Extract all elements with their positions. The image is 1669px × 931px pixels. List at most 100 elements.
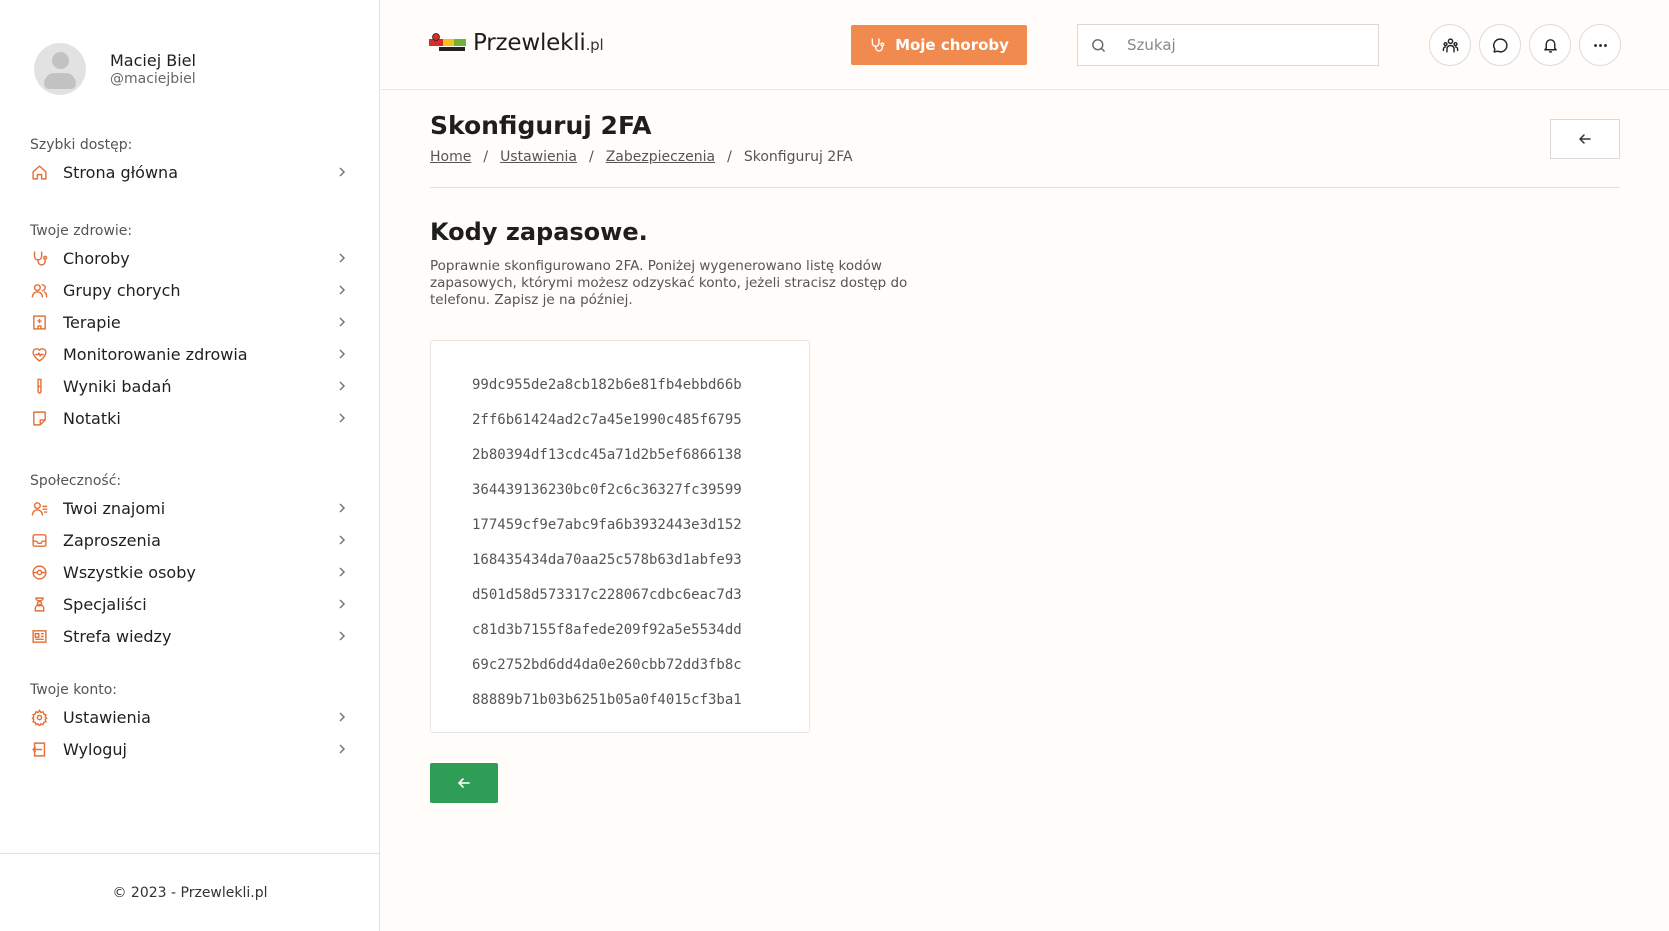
section-title: Kody zapasowe. bbox=[430, 218, 648, 246]
nav-group-community: Społeczność: Twoi znajomi Zaproszenia Ws… bbox=[30, 470, 348, 652]
back-button[interactable] bbox=[1550, 119, 1620, 159]
sidebar: Maciej Biel @maciejbiel Szybki dostęp: S… bbox=[0, 0, 380, 931]
sidebar-item-test-results[interactable]: Wyniki badań bbox=[30, 370, 348, 402]
divider bbox=[430, 187, 1620, 188]
sidebar-item-label: Ustawienia bbox=[63, 707, 151, 727]
sidebar-item-label: Wyloguj bbox=[63, 739, 127, 759]
people-icon bbox=[1442, 37, 1458, 53]
user-list-icon bbox=[30, 499, 48, 517]
backup-codes-box: 99dc955de2a8cb182b6e81fb4ebbd66b 2ff6b61… bbox=[430, 340, 810, 733]
sidebar-item-all-people[interactable]: Wszystkie osoby bbox=[30, 556, 348, 588]
sidebar-item-label: Zaproszenia bbox=[63, 530, 161, 550]
globe-icon bbox=[30, 563, 48, 581]
sidebar-item-notes[interactable]: Notatki bbox=[30, 402, 348, 434]
page-title: Skonfiguruj 2FA bbox=[430, 111, 652, 140]
breadcrumb: Home / Ustawienia / Zabezpieczenia / Sko… bbox=[430, 149, 853, 165]
inbox-icon bbox=[30, 531, 48, 549]
sidebar-item-knowledge-zone[interactable]: Strefa wiedzy bbox=[30, 620, 348, 652]
logo[interactable]: Przewlekli.pl bbox=[429, 30, 604, 56]
back-confirm-button[interactable] bbox=[430, 763, 498, 803]
avatar bbox=[34, 43, 86, 95]
users-icon bbox=[30, 281, 48, 299]
backup-code: 69c2752bd6dd4da0e260cbb72dd3fb8c bbox=[472, 657, 742, 673]
group-title: Twoje konto: bbox=[30, 682, 118, 698]
sidebar-item-health-monitoring[interactable]: Monitorowanie zdrowia bbox=[30, 338, 348, 370]
backup-code: 168435434da70aa25c578b63d1abfe93 bbox=[472, 552, 742, 568]
more-button[interactable] bbox=[1579, 24, 1621, 66]
section-description: Poprawnie skonfigurowano 2FA. Poniżej wy… bbox=[430, 258, 908, 308]
sidebar-item-label: Grupy chorych bbox=[63, 280, 181, 300]
group-title: Społeczność: bbox=[30, 473, 122, 489]
backup-code: 88889b71b03b6251b05a0f4015cf3ba1 bbox=[472, 692, 742, 708]
logo-text: Przewlekli.pl bbox=[473, 30, 604, 56]
sidebar-item-label: Strona główna bbox=[63, 162, 178, 182]
stethoscope-icon bbox=[30, 249, 48, 267]
messages-button[interactable] bbox=[1479, 24, 1521, 66]
backup-code: 2b80394df13cdc45a71d2b5ef6866138 bbox=[472, 447, 742, 463]
breadcrumb-home[interactable]: Home bbox=[430, 149, 471, 165]
sidebar-item-label: Strefa wiedzy bbox=[63, 626, 172, 646]
nav-group-quick-access: Szybki dostęp: Strona główna bbox=[30, 134, 348, 188]
backup-code: 364439136230bc0f2c6c36327fc39599 bbox=[472, 482, 742, 498]
sidebar-item-diseases[interactable]: Choroby bbox=[30, 242, 348, 274]
top-header: Przewlekli.pl Moje choroby bbox=[381, 0, 1669, 90]
sidebar-item-invitations[interactable]: Zaproszenia bbox=[30, 524, 348, 556]
sidebar-item-label: Wyniki badań bbox=[63, 376, 172, 396]
chevron-right-icon bbox=[336, 598, 348, 610]
doctor-icon bbox=[30, 595, 48, 613]
sidebar-item-patient-groups[interactable]: Grupy chorych bbox=[30, 274, 348, 306]
nav-group-account: Twoje konto: Ustawienia Wyloguj bbox=[30, 679, 348, 765]
backup-code: 2ff6b61424ad2c7a45e1990c485f6795 bbox=[472, 412, 742, 428]
backup-code: c81d3b7155f8afede209f92a5e5534dd bbox=[472, 622, 742, 638]
notifications-button[interactable] bbox=[1529, 24, 1571, 66]
search-box bbox=[1077, 24, 1379, 66]
community-button[interactable] bbox=[1429, 24, 1471, 66]
my-diseases-label: Moje choroby bbox=[895, 36, 1009, 54]
chevron-right-icon bbox=[336, 743, 348, 755]
breadcrumb-security[interactable]: Zabezpieczenia bbox=[606, 149, 715, 165]
sidebar-item-label: Twoi znajomi bbox=[63, 498, 166, 518]
sidebar-item-label: Terapie bbox=[63, 312, 121, 332]
chevron-right-icon bbox=[336, 166, 348, 178]
sidebar-item-logout[interactable]: Wyloguj bbox=[30, 733, 348, 765]
breadcrumb-settings[interactable]: Ustawienia bbox=[500, 149, 577, 165]
user-profile[interactable]: Maciej Biel @maciejbiel bbox=[34, 43, 196, 95]
sidebar-item-label: Choroby bbox=[63, 248, 130, 268]
sidebar-item-label: Notatki bbox=[63, 408, 121, 428]
chevron-right-icon bbox=[336, 316, 348, 328]
sidebar-item-friends[interactable]: Twoi znajomi bbox=[30, 492, 348, 524]
backup-code: d501d58d573317c228067cdbc6eac7d3 bbox=[472, 587, 742, 603]
logout-icon bbox=[30, 740, 48, 758]
newspaper-icon bbox=[30, 627, 48, 645]
chevron-right-icon bbox=[336, 380, 348, 392]
group-title: Twoje zdrowie: bbox=[30, 223, 133, 239]
my-diseases-button[interactable]: Moje choroby bbox=[851, 25, 1027, 65]
backup-code: 177459cf9e7abc9fa6b3932443e3d152 bbox=[472, 517, 742, 533]
sidebar-item-specialists[interactable]: Specjaliści bbox=[30, 588, 348, 620]
sidebar-item-label: Wszystkie osoby bbox=[63, 562, 196, 582]
profile-name: Maciej Biel bbox=[110, 50, 196, 70]
arrow-left-icon bbox=[1578, 134, 1591, 144]
chevron-right-icon bbox=[336, 412, 348, 424]
stethoscope-icon bbox=[871, 38, 885, 52]
logo-icon bbox=[429, 33, 466, 51]
chevron-right-icon bbox=[336, 630, 348, 642]
chevron-right-icon bbox=[336, 284, 348, 296]
group-title: Szybki dostęp: bbox=[30, 137, 133, 153]
chevron-right-icon bbox=[336, 566, 348, 578]
backup-code: 99dc955de2a8cb182b6e81fb4ebbd66b bbox=[472, 377, 742, 393]
gear-icon bbox=[30, 708, 48, 726]
chevron-right-icon bbox=[336, 252, 348, 264]
chevron-right-icon bbox=[336, 348, 348, 360]
heart-pulse-icon bbox=[30, 345, 48, 363]
search-input[interactable] bbox=[1127, 36, 1357, 54]
note-icon bbox=[30, 409, 48, 427]
sidebar-item-home[interactable]: Strona główna bbox=[30, 156, 348, 188]
sidebar-item-settings[interactable]: Ustawienia bbox=[30, 701, 348, 733]
profile-handle: @maciejbiel bbox=[110, 70, 196, 87]
bell-icon bbox=[1543, 38, 1557, 53]
sidebar-item-label: Monitorowanie zdrowia bbox=[63, 344, 248, 364]
home-icon bbox=[30, 163, 48, 181]
sidebar-item-therapies[interactable]: Terapie bbox=[30, 306, 348, 338]
chevron-right-icon bbox=[336, 711, 348, 723]
